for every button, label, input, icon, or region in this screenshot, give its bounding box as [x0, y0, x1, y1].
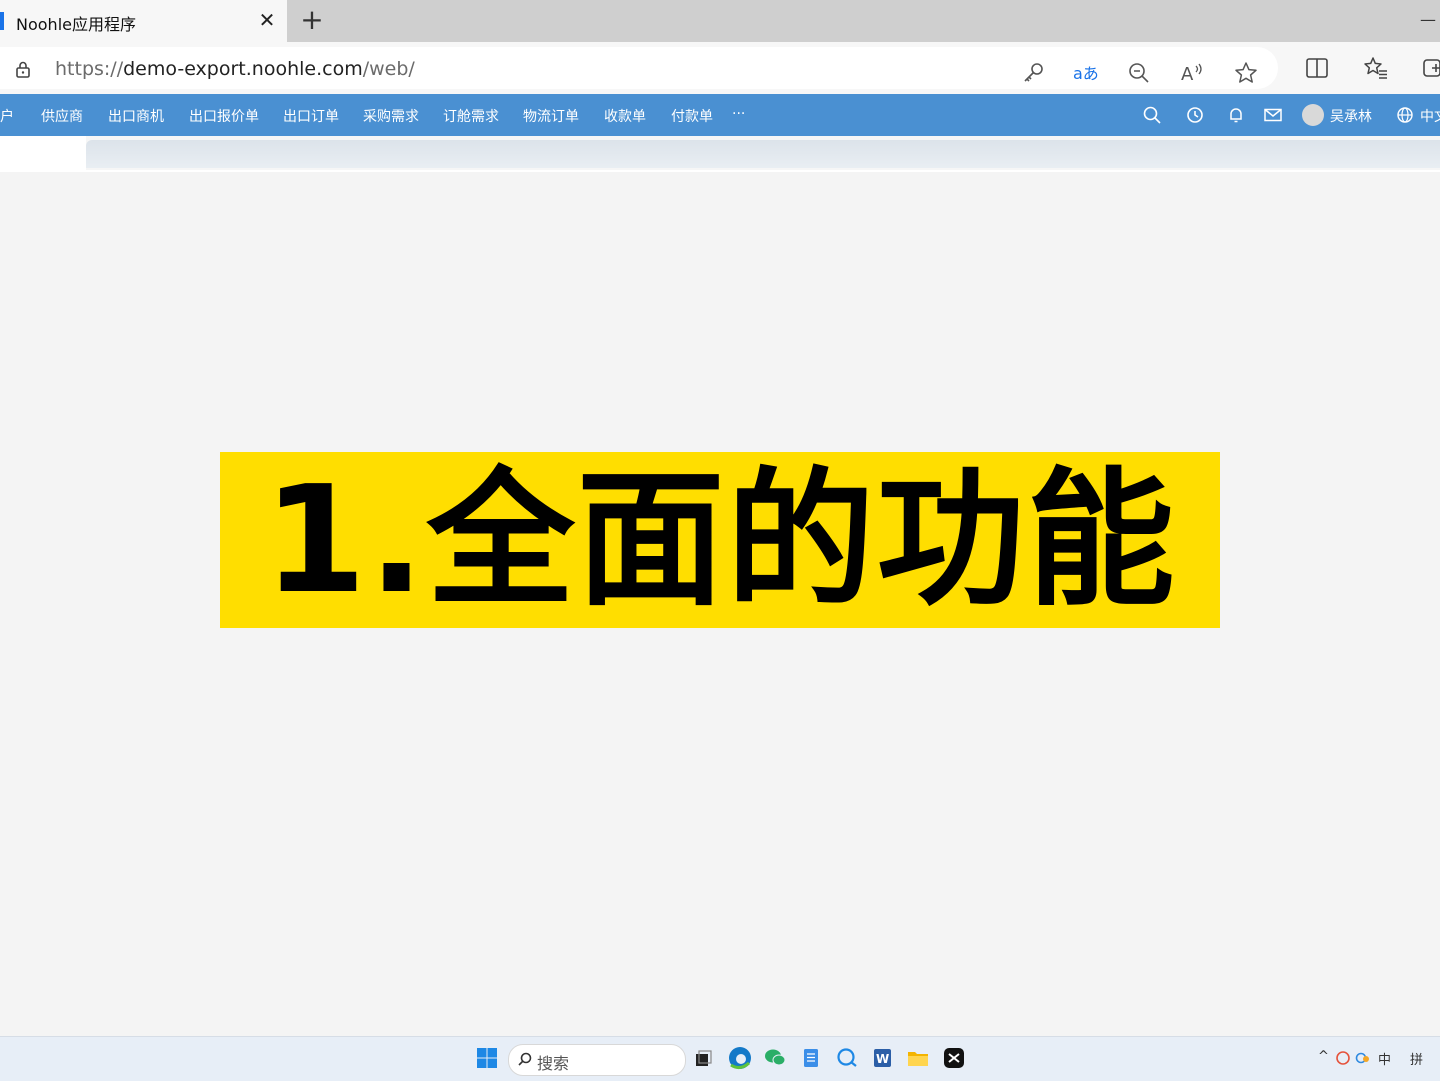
notepad-icon[interactable]: [798, 1045, 824, 1071]
windows-start-icon[interactable]: [474, 1045, 500, 1071]
url-host: demo-export.noohle.com: [123, 58, 363, 80]
wechat-icon[interactable]: [762, 1045, 788, 1071]
browser-toolbar: https://demo-export.noohle.com/web/ aあ A: [0, 42, 1440, 94]
tab-title: Noohle应用程序: [16, 15, 136, 34]
tray-ime-mode[interactable]: 中: [1378, 1049, 1391, 1068]
view-tab-bar: [0, 136, 1440, 170]
collections-icon[interactable]: [1420, 55, 1440, 81]
new-tab-button[interactable]: +: [298, 6, 326, 34]
taskbar-search-box[interactable]: 搜索: [508, 1044, 686, 1076]
view-tab-home[interactable]: [0, 136, 86, 170]
history-icon[interactable]: [1185, 105, 1205, 125]
nav-item-receipts[interactable]: 收款单: [604, 106, 646, 126]
app-top-nav: 户 供应商 出口商机 出口报价单 出口订单 采购需求 订舱需求 物流订单 收款单…: [0, 94, 1440, 136]
nav-more-menu[interactable]: ···: [732, 106, 745, 122]
tray-network-icon[interactable]: [1354, 1049, 1372, 1067]
edge-icon[interactable]: [727, 1045, 753, 1071]
capcut-icon[interactable]: [941, 1045, 967, 1071]
mail-icon[interactable]: [1263, 105, 1283, 125]
zoom-out-icon[interactable]: [1126, 60, 1152, 86]
nav-item-export-opportunities[interactable]: 出口商机: [108, 106, 164, 126]
nav-item-payments[interactable]: 付款单: [671, 106, 713, 126]
tray-overflow-chevron[interactable]: ^: [1318, 1049, 1329, 1064]
favorites-icon[interactable]: [1363, 55, 1389, 81]
view-tab-area: [86, 140, 1440, 168]
task-view-icon[interactable]: [690, 1045, 716, 1071]
favorite-star-icon[interactable]: [1233, 60, 1259, 86]
tab-close-button[interactable]: ✕: [256, 8, 278, 32]
browser-tab-active[interactable]: Noohle应用程序 ✕: [0, 0, 287, 42]
taskbar-search-placeholder: 搜索: [537, 1054, 570, 1073]
nav-item-logistics-orders[interactable]: 物流订单: [523, 106, 579, 126]
read-aloud-icon[interactable]: A: [1180, 60, 1206, 86]
language-switcher[interactable]: 中文: [1420, 106, 1440, 126]
tab-active-indicator: [0, 12, 4, 30]
tray-app-icon[interactable]: [1334, 1049, 1352, 1067]
key-icon[interactable]: [1020, 60, 1046, 86]
copilot-icon[interactable]: [834, 1045, 860, 1071]
address-bar[interactable]: https://demo-export.noohle.com/web/ aあ A: [0, 47, 1278, 89]
window-minimize-button[interactable]: —: [1420, 10, 1440, 30]
browser-tab-strip: Noohle应用程序 ✕ + —: [0, 0, 1440, 42]
banner-title: 1.全面的功能: [263, 454, 1177, 626]
svg-text:aあ: aあ: [1073, 64, 1098, 83]
search-icon: [518, 1052, 532, 1066]
bell-icon[interactable]: [1226, 105, 1246, 125]
nav-item-suppliers[interactable]: 供应商: [41, 106, 83, 126]
globe-icon[interactable]: [1395, 105, 1415, 125]
file-explorer-icon[interactable]: [905, 1045, 931, 1071]
url-scheme: https://: [55, 58, 124, 80]
nav-item-booking-requests[interactable]: 订舱需求: [443, 106, 499, 126]
search-icon[interactable]: [1142, 105, 1162, 125]
split-screen-icon[interactable]: [1304, 55, 1330, 81]
svg-text:W: W: [876, 1052, 889, 1066]
windows-taskbar: 搜索 W ^ 中 拼: [0, 1036, 1440, 1081]
user-avatar[interactable]: [1302, 104, 1324, 126]
nav-item-customers[interactable]: 户: [0, 106, 14, 126]
nav-item-purchase-requests[interactable]: 采购需求: [363, 106, 419, 126]
url-path: /web/: [362, 58, 415, 80]
url-text[interactable]: https://demo-export.noohle.com/web/: [55, 58, 415, 80]
lock-icon[interactable]: [14, 60, 32, 78]
nav-item-export-quotations[interactable]: 出口报价单: [189, 106, 259, 126]
translate-icon[interactable]: aあ: [1072, 60, 1098, 86]
subbar-divider: [0, 170, 1440, 172]
tray-ime-pinyin[interactable]: 拼: [1410, 1049, 1423, 1068]
svg-text:A: A: [1181, 64, 1194, 85]
word-icon[interactable]: W: [869, 1045, 895, 1071]
user-name[interactable]: 吴承林: [1330, 106, 1372, 126]
feature-banner: 1.全面的功能: [220, 452, 1220, 628]
nav-item-export-orders[interactable]: 出口订单: [283, 106, 339, 126]
